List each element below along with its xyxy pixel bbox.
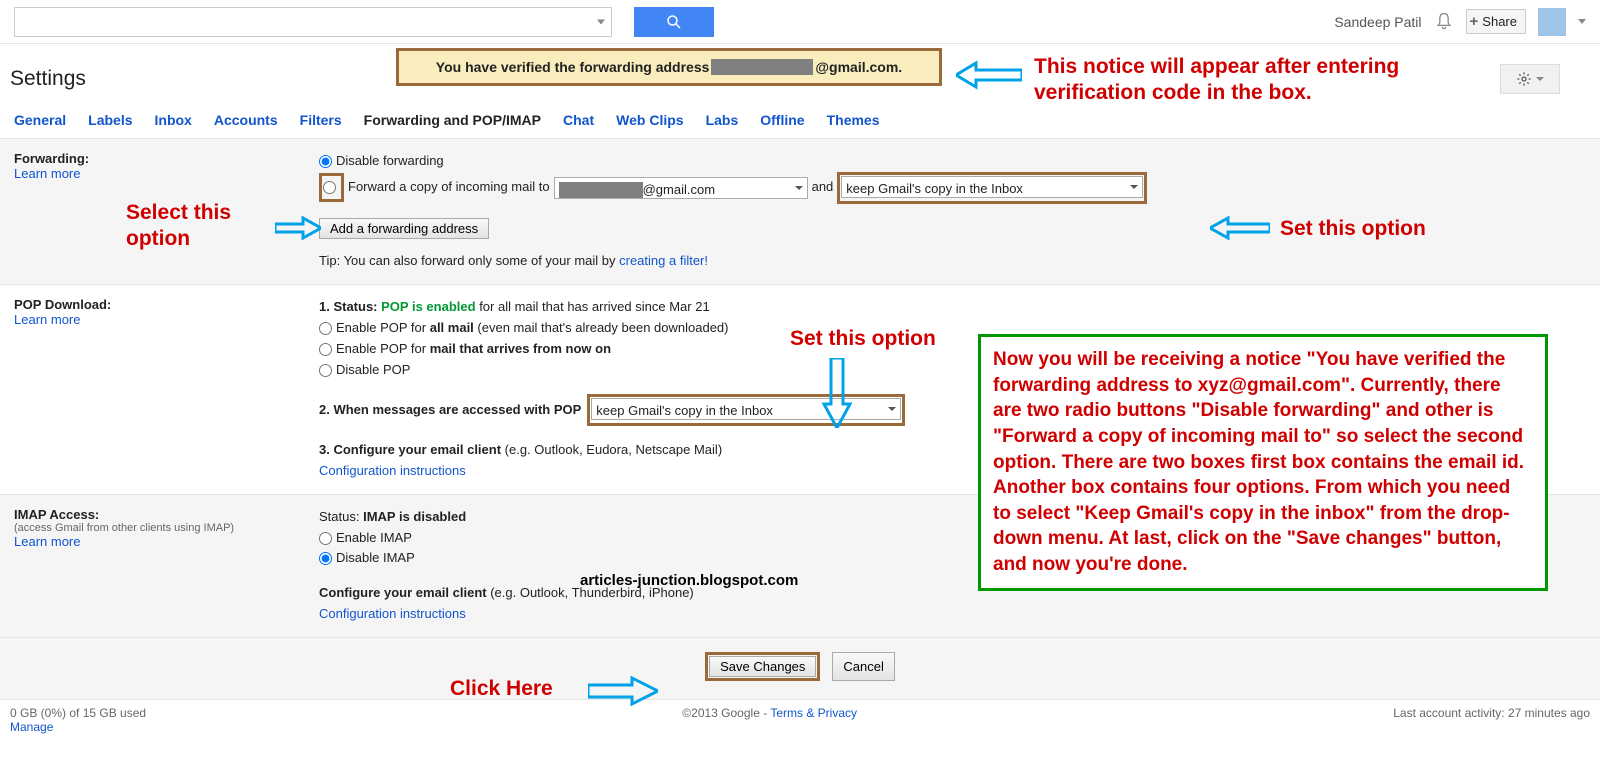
annotation-set-option-mid: Set this option (790, 326, 936, 352)
imap-status-prefix: Status: (319, 509, 363, 524)
pop-all-prefix: Enable POP for (336, 320, 430, 335)
imap-enable-label: Enable IMAP (336, 530, 412, 545)
forwarding-label: Forwarding: (14, 151, 319, 166)
pop-all-bold: all mail (430, 320, 474, 335)
tab-offline[interactable]: Offline (760, 112, 804, 128)
create-filter-link[interactable]: creating a filter! (619, 253, 708, 268)
pop-disable-label: Disable POP (336, 362, 410, 377)
share-button[interactable]: + Share (1466, 9, 1526, 34)
redacted-email (559, 182, 643, 198)
tab-inbox[interactable]: Inbox (155, 112, 192, 128)
chevron-down-icon (1130, 185, 1138, 189)
pop-item2: 2. When messages are accessed with POP (319, 400, 581, 421)
pop-now-bold: mail that arrives from now on (430, 341, 611, 356)
pop-all-suffix: (even mail that's already been downloade… (474, 320, 729, 335)
page-title: Settings (10, 67, 86, 91)
chevron-down-icon (888, 407, 896, 411)
tab-general[interactable]: General (14, 112, 66, 128)
avatar[interactable] (1538, 8, 1566, 36)
tab-chat[interactable]: Chat (563, 112, 594, 128)
redacted-email (711, 59, 813, 75)
imap-config: Configure your email client (319, 585, 490, 600)
imap-status: IMAP is disabled (363, 509, 466, 524)
pop-all-mail-radio[interactable] (319, 322, 332, 335)
username: Sandeep Patil (1334, 14, 1421, 30)
disable-forwarding-radio[interactable] (319, 155, 332, 168)
forward-copy-label: Forward a copy of incoming mail to (348, 177, 550, 198)
cancel-button[interactable]: Cancel (832, 652, 894, 681)
enable-forwarding-radio[interactable] (323, 181, 336, 194)
search-button[interactable] (634, 7, 714, 37)
pop-item3: 3. Configure your email client (319, 442, 505, 457)
chevron-down-icon (795, 186, 803, 190)
tab-labs[interactable]: Labs (706, 112, 739, 128)
search-input[interactable] (14, 7, 612, 37)
add-forwarding-button[interactable]: Add a forwarding address (319, 218, 489, 239)
tab-filters[interactable]: Filters (300, 112, 342, 128)
topbar: Sandeep Patil + Share (0, 0, 1600, 44)
chevron-down-icon (597, 19, 605, 24)
terms-link[interactable]: Terms & Privacy (770, 706, 857, 720)
verification-banner: You have verified the forwarding address… (396, 48, 942, 86)
imap-config-link[interactable]: Configuration instructions (319, 606, 466, 621)
watermark: articles-junction.blogspot.com (580, 572, 798, 589)
pop-item3-suffix: (e.g. Outlook, Eudora, Netscape Mail) (505, 442, 723, 457)
imap-sublabel: (access Gmail from other clients using I… (14, 522, 319, 534)
disable-forwarding-label: Disable forwarding (336, 153, 444, 168)
tab-webclips[interactable]: Web Clips (616, 112, 683, 128)
gear-icon (1516, 71, 1532, 87)
pop-now-on-radio[interactable] (319, 343, 332, 356)
tab-labels[interactable]: Labels (88, 112, 132, 128)
annotation-instructions-box: Now you will be receiving a notice "You … (978, 334, 1548, 591)
imap-label: IMAP Access: (14, 507, 319, 522)
footer: 0 GB (0%) of 15 GB used Manage ©2013 Goo… (0, 700, 1600, 740)
forwarding-email-select[interactable]: @gmail.com (554, 177, 808, 199)
and-text: and (812, 177, 834, 198)
manage-storage-link[interactable]: Manage (10, 720, 53, 734)
annotation-click-here: Click Here (450, 676, 553, 702)
imap-disable-label: Disable IMAP (336, 550, 415, 565)
forwarding-copy-select[interactable]: keep Gmail's copy in the Inbox (841, 176, 1143, 198)
pop-disable-radio[interactable] (319, 364, 332, 377)
tab-forwarding[interactable]: Forwarding and POP/IMAP (364, 112, 541, 128)
activity-text: Last account activity: 27 minutes ago (1393, 706, 1590, 720)
imap-learn-more[interactable]: Learn more (14, 534, 80, 549)
chevron-down-icon[interactable] (1578, 19, 1586, 24)
bell-icon[interactable] (1434, 12, 1454, 32)
plus-icon: + (1470, 13, 1479, 30)
actions-row: Save Changes Cancel (0, 638, 1600, 700)
pop-label: POP Download: (14, 297, 319, 312)
tab-accounts[interactable]: Accounts (214, 112, 278, 128)
tab-themes[interactable]: Themes (827, 112, 880, 128)
settings-tabs: General Labels Inbox Accounts Filters Fo… (0, 112, 1600, 139)
arrow-left-icon (1210, 216, 1270, 240)
pop-config-link[interactable]: Configuration instructions (319, 463, 466, 478)
pop-now-prefix: Enable POP for (336, 341, 430, 356)
save-button[interactable]: Save Changes (709, 656, 816, 677)
pop-status: POP is enabled (381, 299, 475, 314)
arrow-right-icon (588, 676, 658, 706)
pop-copy-select[interactable]: keep Gmail's copy in the Inbox (591, 398, 901, 420)
annotation-select-option: Select this option (126, 200, 296, 253)
copyright-text: ©2013 Google - (682, 706, 770, 720)
search-icon (665, 13, 683, 31)
annotation-notice-text: This notice will appear after entering v… (1034, 54, 1464, 107)
pop-learn-more[interactable]: Learn more (14, 312, 80, 327)
arrow-down-icon (822, 358, 852, 428)
arrow-right-icon (275, 216, 321, 240)
forwarding-learn-more[interactable]: Learn more (14, 166, 80, 181)
arrow-left-icon (956, 60, 1022, 90)
imap-enable-radio[interactable] (319, 532, 332, 545)
annotation-set-option-right: Set this option (1280, 216, 1426, 242)
tip-text: Tip: You can also forward only some of y… (319, 253, 619, 268)
storage-text: 0 GB (0%) of 15 GB used (10, 706, 146, 720)
chevron-down-icon (1536, 77, 1544, 81)
pop-status-suffix: for all mail that has arrived since Mar … (479, 299, 709, 314)
settings-gear-button[interactable] (1500, 64, 1560, 94)
imap-disable-radio[interactable] (319, 552, 332, 565)
pop-status-num: 1. Status: (319, 299, 378, 314)
